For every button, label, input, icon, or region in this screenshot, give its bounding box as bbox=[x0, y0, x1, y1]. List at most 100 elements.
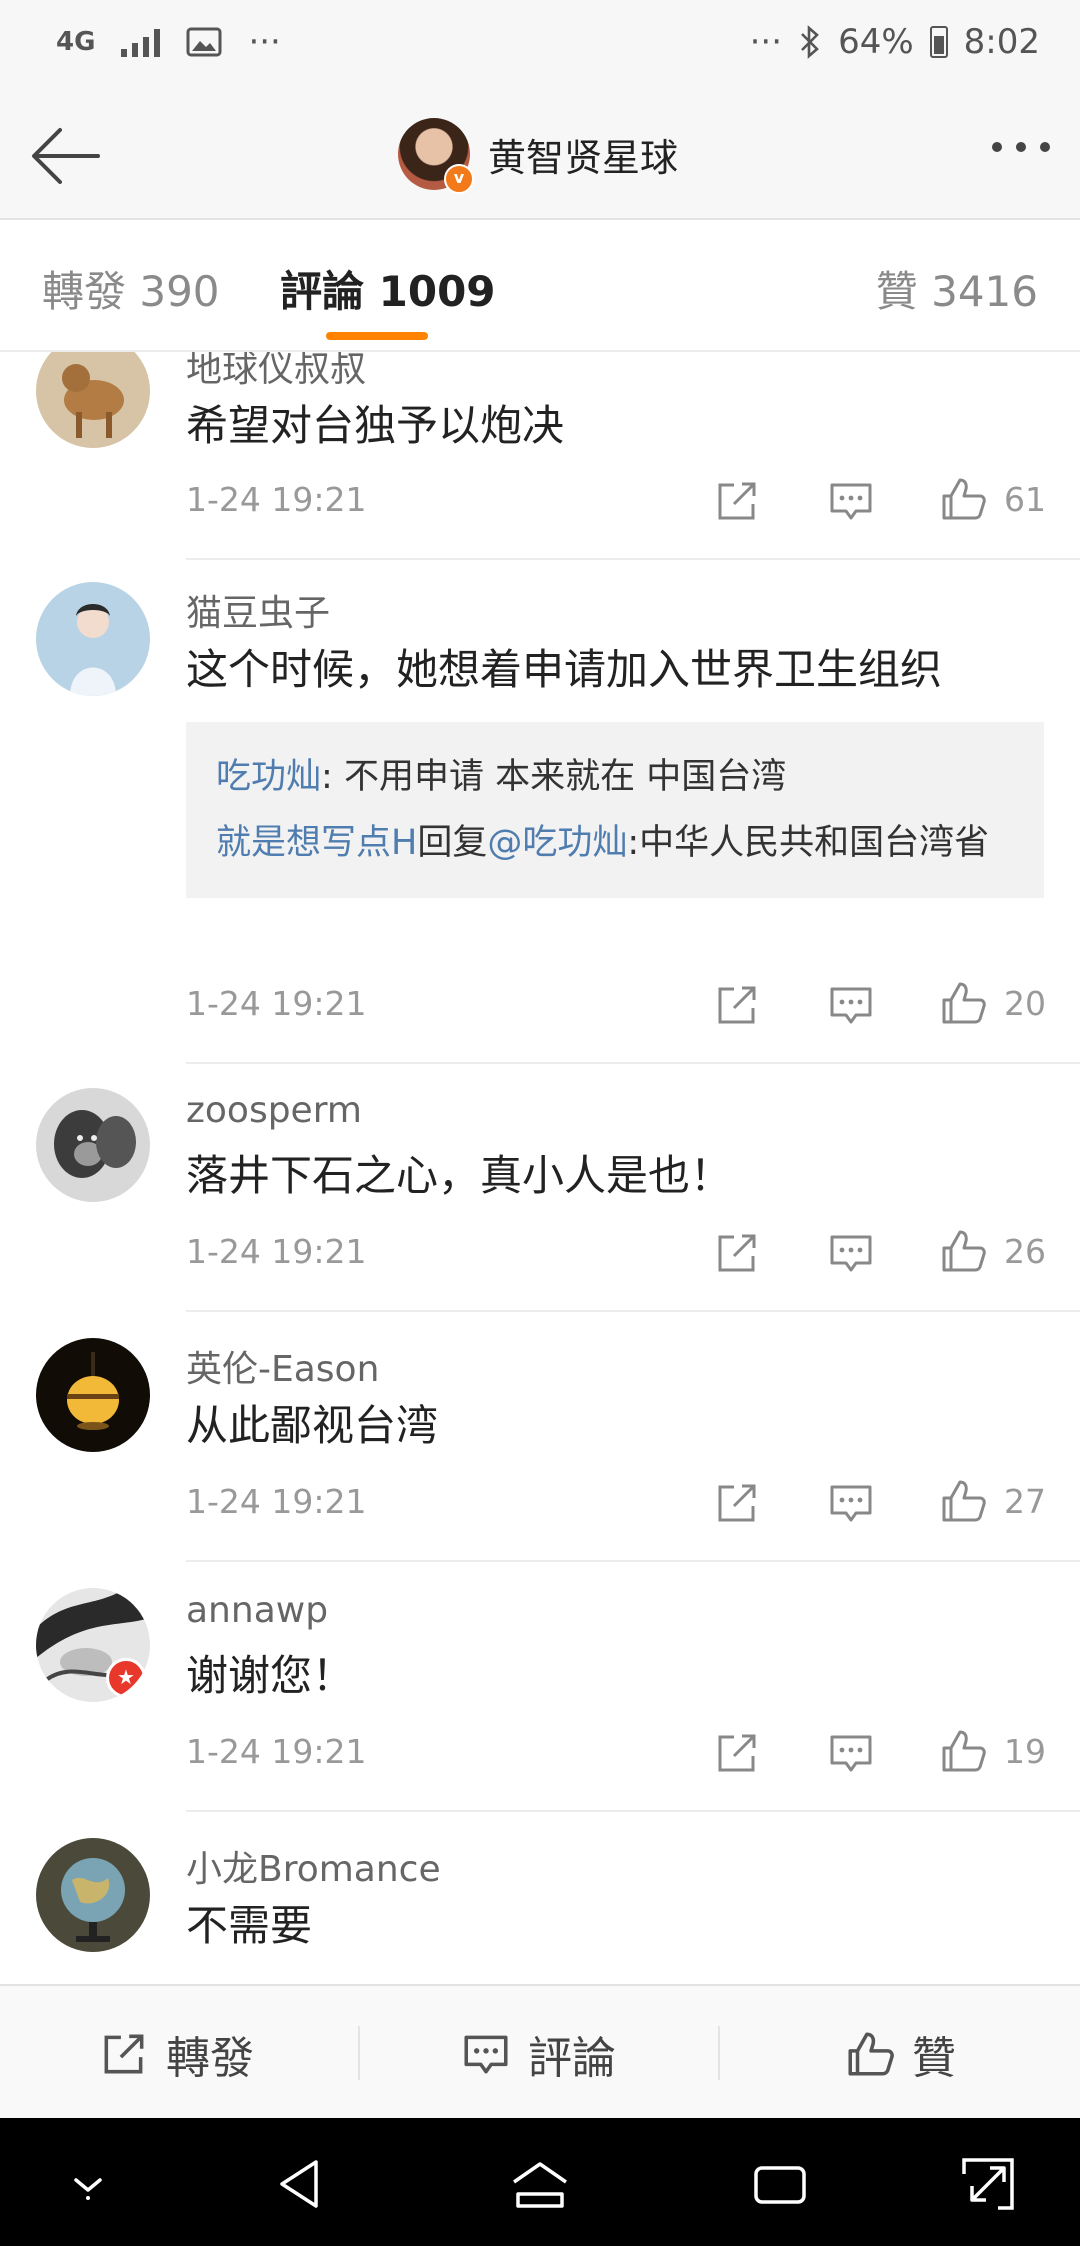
comment-button[interactable]: 評論 bbox=[460, 2022, 616, 2086]
image-icon bbox=[186, 27, 222, 57]
divider bbox=[718, 2026, 720, 2080]
comment-text: 从此鄙视台湾 bbox=[186, 1401, 439, 1450]
like-count: 61 bbox=[1004, 480, 1046, 519]
comment-text: 这个时候，她想着申请加入世界卫生组织 bbox=[186, 645, 943, 694]
tab-likes[interactable]: 贊 3416 bbox=[876, 258, 1038, 319]
tab-repost[interactable]: 轉發 390 bbox=[42, 258, 220, 319]
like-count: 26 bbox=[1004, 1232, 1046, 1271]
comment-text: 不需要 bbox=[186, 1901, 313, 1950]
thumbs-up-icon[interactable] bbox=[938, 1726, 988, 1776]
reply-text: 中华人民共和国台湾省 bbox=[639, 823, 990, 863]
share-icon[interactable] bbox=[712, 1728, 762, 1778]
battery-percent: 64% bbox=[838, 22, 914, 62]
avatar[interactable] bbox=[36, 1088, 150, 1202]
share-icon[interactable] bbox=[712, 980, 762, 1030]
like-count: 20 bbox=[1004, 984, 1046, 1023]
tab-comments[interactable]: 評論 1009 bbox=[280, 258, 496, 319]
reply-line: 吃功灿: 不用申请 本来就在 中国台湾 bbox=[216, 757, 787, 797]
expand-arrows-icon[interactable] bbox=[956, 2152, 1020, 2216]
like-count: 19 bbox=[1004, 1732, 1046, 1771]
comment-icon[interactable] bbox=[826, 476, 876, 526]
comment-username[interactable]: 英伦-Eason bbox=[186, 1340, 379, 1392]
recent-apps-icon[interactable] bbox=[748, 2152, 812, 2216]
repost-label: 轉發 bbox=[166, 2033, 254, 2084]
share-icon[interactable] bbox=[712, 476, 762, 526]
back-arrow-icon[interactable] bbox=[26, 116, 106, 196]
comment-meta: 1-24 19:21 61 bbox=[186, 470, 1046, 530]
comment-list[interactable]: 地球仪叔叔 希望对台独予以炮决 1-24 19:21 61 猫豆虫子 这个时候，… bbox=[0, 352, 1080, 1984]
header: v 黄智贤星球 bbox=[0, 92, 1080, 220]
avatar[interactable]: ★ bbox=[36, 1588, 150, 1702]
comment-meta: 1-24 19:21 19 bbox=[186, 1722, 1046, 1782]
system-navigation-bar bbox=[0, 2118, 1080, 2246]
signal-bars-icon bbox=[121, 27, 161, 57]
bottom-action-bar: 轉發 評論 贊 bbox=[0, 1984, 1080, 2120]
reply-line: 就是想写点H回复@吃功灿:中华人民共和国台湾省 bbox=[216, 823, 990, 863]
comment-meta: 1-24 19:21 26 bbox=[186, 1222, 1046, 1282]
avatar[interactable] bbox=[36, 352, 150, 448]
verified-badge: v bbox=[444, 164, 474, 194]
battery-icon bbox=[929, 26, 948, 58]
back-triangle-icon[interactable] bbox=[268, 2152, 332, 2216]
avatar[interactable] bbox=[36, 1338, 150, 1452]
comment-username[interactable]: 地球仪叔叔 bbox=[186, 352, 366, 392]
like-label: 贊 bbox=[912, 2033, 956, 2084]
divider bbox=[186, 1560, 1080, 1562]
share-icon bbox=[104, 2034, 144, 2074]
thumbs-up-icon[interactable] bbox=[938, 1476, 988, 1526]
comment-icon[interactable] bbox=[826, 980, 876, 1030]
comment-icon[interactable] bbox=[826, 1228, 876, 1278]
network-type: 4G bbox=[56, 27, 96, 57]
comment-time: 1-24 19:21 bbox=[186, 1732, 367, 1771]
clock: 8:02 bbox=[963, 22, 1040, 62]
avatar[interactable] bbox=[36, 582, 150, 696]
comment-time: 1-24 19:21 bbox=[186, 1482, 367, 1521]
divider bbox=[186, 1310, 1080, 1312]
thumbs-up-icon bbox=[848, 2032, 894, 2076]
comment-time: 1-24 19:21 bbox=[186, 1232, 367, 1271]
comment-icon[interactable] bbox=[826, 1728, 876, 1778]
repost-button[interactable]: 轉發 bbox=[98, 2022, 254, 2086]
reply-author[interactable]: 就是想写点H bbox=[216, 823, 417, 863]
comment-time: 1-24 19:21 bbox=[186, 480, 367, 519]
home-icon[interactable] bbox=[508, 2152, 572, 2216]
reply-preview-box[interactable]: 吃功灿: 不用申请 本来就在 中国台湾 就是想写点H回复@吃功灿:中华人民共和国… bbox=[186, 722, 1044, 898]
reply-mention[interactable]: @吃功灿 bbox=[487, 823, 627, 863]
divider bbox=[358, 2026, 360, 2080]
divider bbox=[186, 1062, 1080, 1064]
more-options-icon[interactable] bbox=[992, 142, 1050, 152]
chevron-down-icon[interactable] bbox=[56, 2152, 120, 2216]
share-icon[interactable] bbox=[712, 1228, 762, 1278]
active-tab-indicator bbox=[326, 332, 428, 340]
divider bbox=[186, 1810, 1080, 1812]
comment-text: 谢谢您！ bbox=[186, 1651, 355, 1700]
share-icon[interactable] bbox=[712, 1478, 762, 1528]
avatar[interactable] bbox=[36, 1838, 150, 1952]
thumbs-up-icon[interactable] bbox=[938, 1226, 988, 1276]
comment-username[interactable]: annawp bbox=[186, 1590, 328, 1631]
comment-text: 希望对台独予以炮决 bbox=[186, 401, 565, 450]
comment-username[interactable]: 小龙Bromance bbox=[186, 1840, 441, 1892]
status-bar: 4G ··· ··· 64% 8:02 bbox=[0, 0, 1080, 92]
reply-text: 不用申请 本来就在 中国台湾 bbox=[343, 757, 787, 797]
comment-text: 落井下石之心，真小人是也！ bbox=[186, 1151, 733, 1200]
comment-icon[interactable] bbox=[826, 1478, 876, 1528]
comment-icon bbox=[464, 2035, 508, 2074]
comment-username[interactable]: 猫豆虫子 bbox=[186, 584, 330, 636]
profile-header[interactable]: v 黄智贤星球 bbox=[398, 118, 678, 194]
thumbs-up-icon[interactable] bbox=[938, 474, 988, 524]
avatar[interactable]: v bbox=[398, 118, 474, 194]
tab-bar: 轉發 390 評論 1009 贊 3416 bbox=[0, 220, 1080, 352]
comment-meta: 1-24 19:21 27 bbox=[186, 1472, 1046, 1532]
like-count: 27 bbox=[1004, 1482, 1046, 1521]
comment-username[interactable]: zoosperm bbox=[186, 1090, 362, 1131]
page-title[interactable]: 黄智贤星球 bbox=[488, 127, 678, 182]
comment-time: 1-24 19:21 bbox=[186, 984, 367, 1023]
thumbs-up-icon[interactable] bbox=[938, 978, 988, 1028]
comment-meta: 1-24 19:21 20 bbox=[186, 974, 1046, 1034]
like-button[interactable]: 贊 bbox=[844, 2022, 956, 2086]
divider bbox=[186, 558, 1080, 560]
reply-author[interactable]: 吃功灿 bbox=[216, 757, 321, 797]
user-badge-icon: ★ bbox=[106, 1658, 146, 1698]
status-overflow-right: ··· bbox=[749, 22, 783, 62]
